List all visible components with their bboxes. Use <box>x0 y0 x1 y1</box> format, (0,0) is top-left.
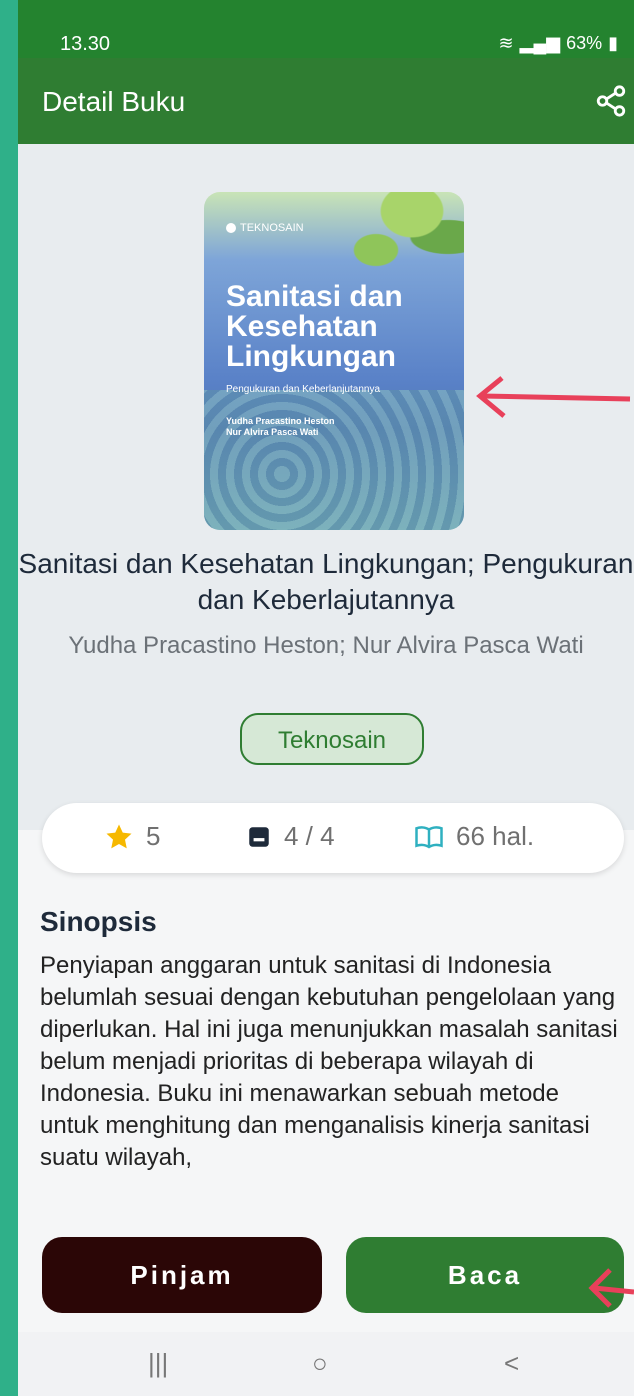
share-icon[interactable] <box>594 84 628 118</box>
signal-icon: ▂▄▆ <box>519 33 561 53</box>
synopsis-heading: Sinopsis <box>40 906 157 937</box>
status-time: 13.30 <box>60 33 111 55</box>
rating-value: 5 <box>146 821 161 851</box>
book-stats: 5 4 / 4 66 hal. <box>42 803 624 873</box>
publisher-logo-icon <box>226 223 236 233</box>
pages-value: 66 hal. <box>456 821 535 851</box>
status-bar: 13.30 ≋ ▂▄▆ 63% ▮ <box>18 0 634 58</box>
rating-stat: 5 <box>104 821 160 852</box>
cover-publisher: TEKNOSAIN <box>226 222 304 234</box>
open-book-icon <box>415 825 443 849</box>
page-title: Detail Buku <box>42 86 186 117</box>
cover-subtitle: Pengukuran dan Keberlanjutannya <box>226 384 381 395</box>
phone-screen: 13.30 ≋ ▂▄▆ 63% ▮ Detail Buku TEKNOSAIN … <box>18 0 634 1396</box>
publisher-tag[interactable]: Teknosain <box>240 713 424 765</box>
system-nav-bar: ||| ○ < <box>18 1332 634 1396</box>
cover-authors: Yudha Pracastino Heston Nur Alvira Pasca… <box>226 416 335 437</box>
star-icon <box>106 824 132 848</box>
book-authors: Yudha Pracastino Heston; Nur Alvira Pasc… <box>68 632 584 659</box>
app-bar: Detail Buku <box>18 58 634 144</box>
home-icon[interactable]: ○ <box>312 1348 328 1379</box>
synopsis-text: Penyiapan anggaran untuk sanitasi di Ind… <box>40 952 618 1171</box>
wifi-icon: ≋ <box>498 33 514 53</box>
back-icon[interactable]: < <box>504 1348 519 1379</box>
baca-button[interactable]: Baca <box>346 1237 624 1313</box>
pinjam-button[interactable]: Pinjam <box>42 1237 322 1313</box>
cover-water-image <box>204 390 464 530</box>
status-icons: ≋ ▂▄▆ 63% ▮ <box>499 33 618 54</box>
book-stock-icon <box>249 826 269 847</box>
battery-icon: ▮ <box>608 33 618 53</box>
battery-level: 63% <box>566 33 603 53</box>
book-cover: TEKNOSAIN Sanitasi dan Kesehatan Lingkun… <box>204 192 464 530</box>
cover-title: Sanitasi dan Kesehatan Lingkungan <box>226 280 403 373</box>
stock-value: 4 / 4 <box>284 821 335 851</box>
annotation-arrow-cover <box>476 376 631 418</box>
annotation-arrow-baca <box>588 1268 634 1308</box>
recent-apps-icon[interactable]: ||| <box>148 1348 168 1379</box>
book-title: Sanitasi dan Kesehatan Lingkungan; Pengu… <box>18 548 634 615</box>
stock-stat: 4 / 4 <box>246 821 335 852</box>
pages-stat: 66 hal. <box>414 821 534 852</box>
